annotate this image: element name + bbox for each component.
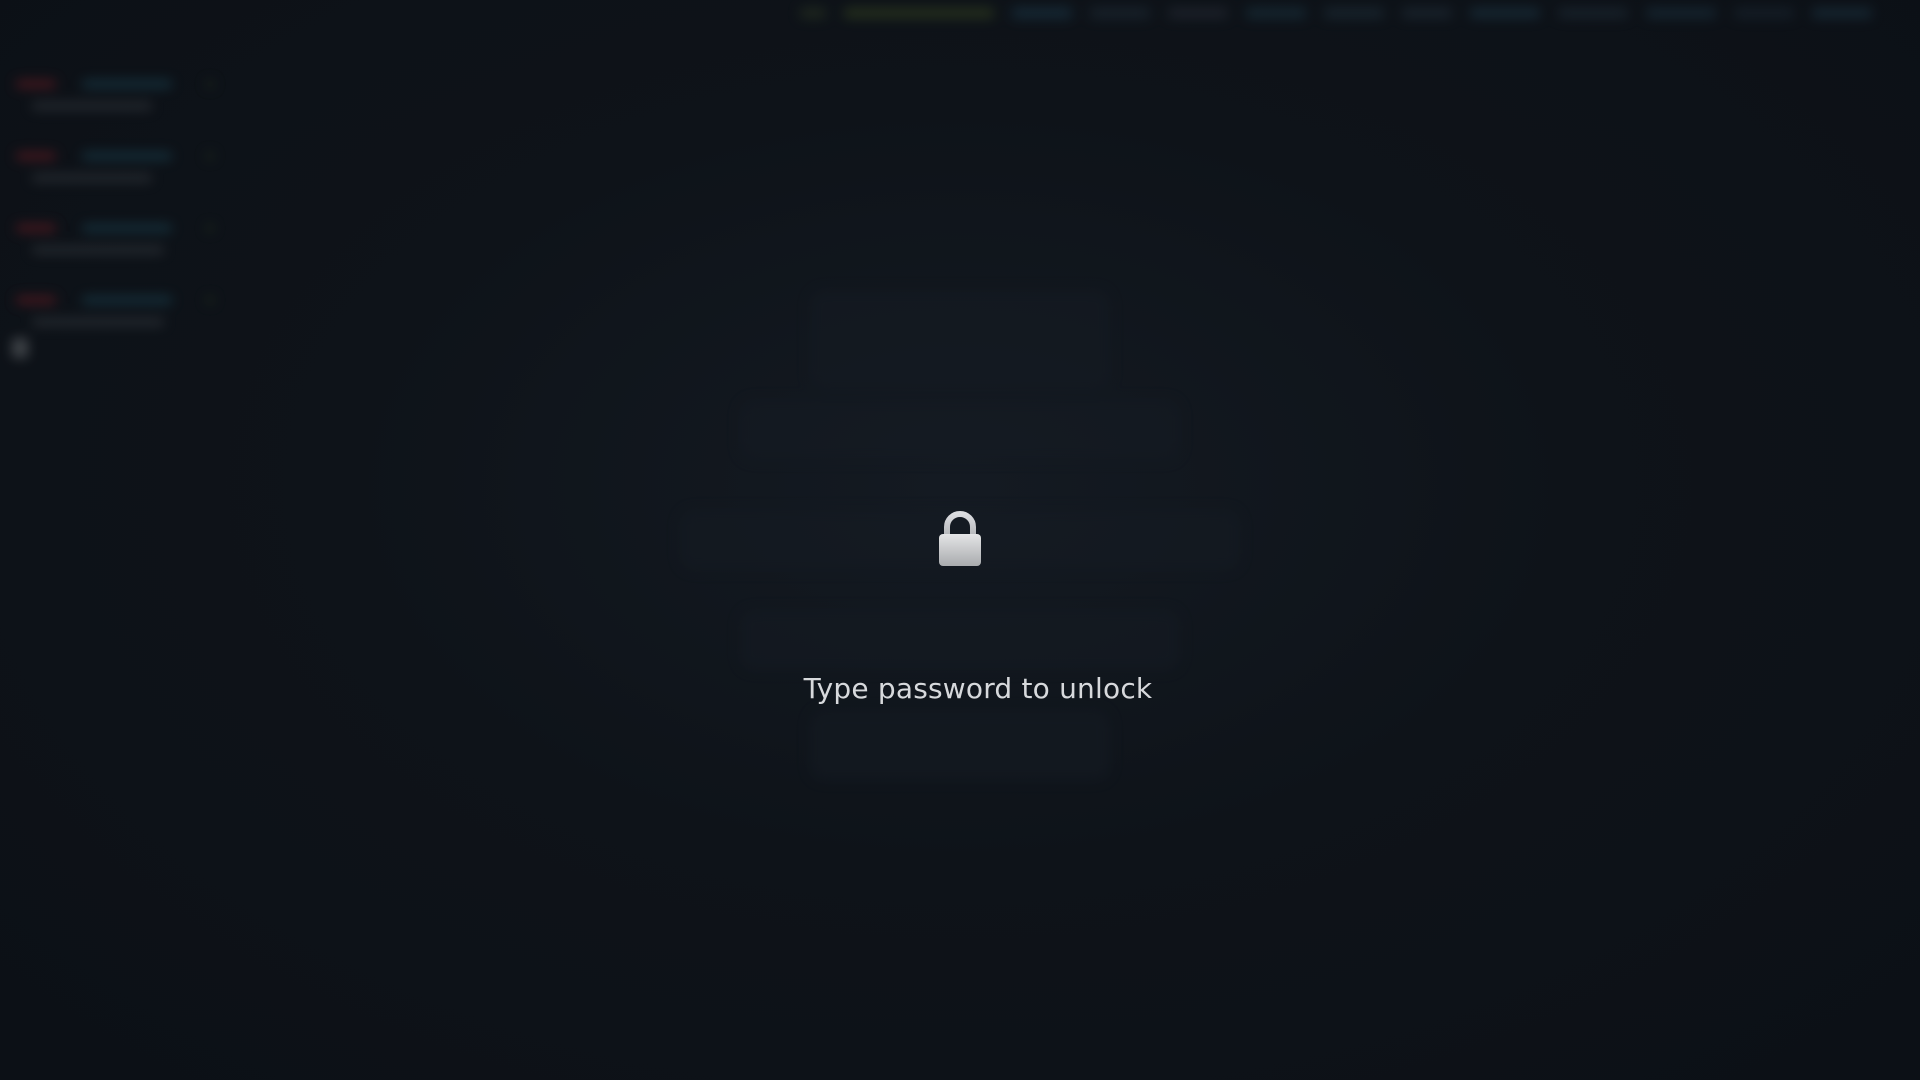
unlock-prompt: Type password to unlock <box>803 672 1153 705</box>
lock-overlay: Type password to unlock <box>0 0 1920 1080</box>
lock-screen[interactable]: Type password to unlock <box>0 0 1920 1080</box>
lock-icon <box>939 511 981 566</box>
